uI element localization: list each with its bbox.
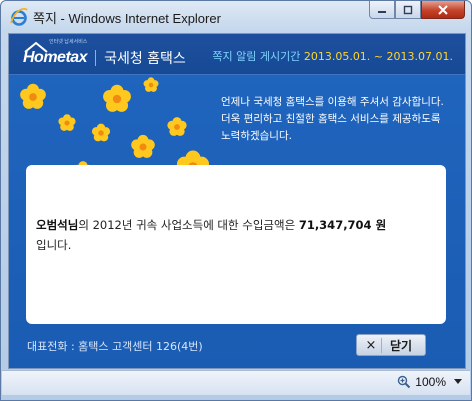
message-middle: 의 2012년 귀속 사업소득에 대한 수입금액은 xyxy=(78,218,296,232)
hometax-logo: 인터넷 납세서비스 Hometax 국세청 홈택스 xyxy=(23,39,186,68)
support-phone: 대표전화 : 홈택스 고객센터 126(4번) xyxy=(27,340,203,353)
greeting-message: 언제나 국세청 홈택스를 이용해 주셔서 감사합니다. 더욱 편리하고 친절한 … xyxy=(221,94,453,145)
org-name: 국세청 홈택스 xyxy=(104,51,186,67)
ie-window: 쪽지 - Windows Internet Explorer 인터넷 납세서비스… xyxy=(0,0,472,401)
income-amount: 71,347,704 원 xyxy=(298,218,387,232)
message-end: 입니다. xyxy=(36,238,72,252)
close-x-icon: × xyxy=(361,337,382,353)
zoom-dropdown-icon[interactable] xyxy=(454,379,462,384)
greeting-line-1: 언제나 국세청 홈택스를 이용해 주셔서 감사합니다. xyxy=(221,96,444,108)
maximize-icon xyxy=(403,5,413,14)
internet-explorer-icon xyxy=(10,8,28,26)
status-bar: 100% xyxy=(2,370,470,395)
notice-period-label: 쪽지 알림 게시기간 xyxy=(212,50,301,63)
logo-separator xyxy=(95,50,97,66)
notice-period: 쪽지 알림 게시기간 2013.05.01. ~ 2013.07.01. xyxy=(212,48,453,64)
page-content: 인터넷 납세서비스 Hometax 국세청 홈택스 쪽지 알림 게시기간 201… xyxy=(8,33,466,369)
minimize-icon xyxy=(378,10,386,13)
zoom-control[interactable]: 100% xyxy=(397,375,446,389)
window-controls xyxy=(369,1,465,21)
close-button-label: 닫기 xyxy=(390,338,413,353)
greeting-line-3: 노력하겠습니다. xyxy=(221,130,292,142)
window-close-button[interactable] xyxy=(421,1,465,19)
recipient-name: 오범석님 xyxy=(36,218,79,232)
maximize-button[interactable] xyxy=(395,1,421,19)
notice-period-date: 2013.05.01. ~ 2013.07.01. xyxy=(303,50,453,63)
title-bar[interactable]: 쪽지 - Windows Internet Explorer xyxy=(1,1,471,33)
zoom-magnifier-icon xyxy=(398,375,411,389)
flower-decoration xyxy=(20,77,210,175)
greeting-line-2: 더욱 편리하고 친절한 홈택스 서비스를 제공하도록 xyxy=(221,113,441,125)
message-box: 오범석님의 2012년 귀속 사업소득에 대한 수입금액은 71,347,704… xyxy=(26,165,446,324)
close-button[interactable]: × 닫기 xyxy=(356,334,426,356)
window-title: 쪽지 - Windows Internet Explorer xyxy=(33,11,221,26)
close-icon xyxy=(438,4,448,15)
house-logo-icon xyxy=(24,41,48,53)
zoom-level: 100% xyxy=(415,375,446,389)
logo-tagline: 인터넷 납세서비스 xyxy=(49,39,88,45)
message-text: 오범석님의 2012년 귀속 사업소득에 대한 수입금액은 71,347,704… xyxy=(36,215,440,255)
minimize-button[interactable] xyxy=(369,1,395,19)
header-bar: 인터넷 납세서비스 Hometax 국세청 홈택스 쪽지 알림 게시기간 201… xyxy=(9,34,465,75)
